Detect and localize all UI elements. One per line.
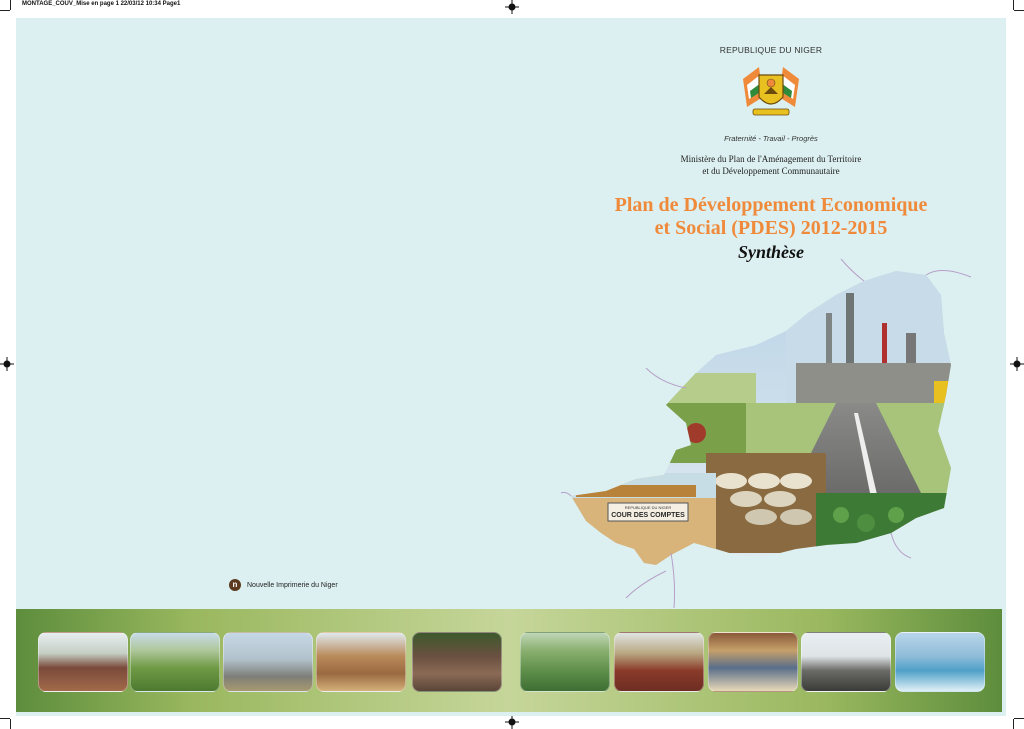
crop-mark bbox=[1013, 719, 1014, 729]
crop-mark bbox=[1014, 10, 1024, 11]
registration-mark-icon bbox=[0, 357, 14, 371]
court-sign-text: COUR DES COMPTES bbox=[611, 512, 685, 519]
vegetable-field-photo bbox=[816, 493, 951, 553]
cattle-herd-photo bbox=[614, 632, 704, 692]
refinery-photo bbox=[223, 632, 313, 692]
crop-mark bbox=[10, 719, 11, 729]
crop-mark bbox=[10, 0, 11, 10]
mining-photo bbox=[801, 632, 891, 692]
coat-of-arms-icon bbox=[743, 67, 799, 116]
national-motto: Fraternité - Travail - Progrès bbox=[724, 134, 818, 143]
title-block: REPUBLIQUE DU NIGER Fraternité - Travail… bbox=[576, 40, 966, 263]
print-slug-line: MONTAGE_COUV_Mise en page 1 22/03/12 10:… bbox=[22, 1, 181, 7]
millet-field-photo bbox=[130, 632, 220, 692]
cover-page: REPUBLIQUE DU NIGER Fraternité - Travail… bbox=[16, 18, 1006, 716]
country-name: REPUBLIQUE DU NIGER bbox=[719, 45, 823, 55]
photo-strip bbox=[16, 609, 1002, 712]
niger-map-photo-collage: REPUBLIQUE DU NIGER COUR DES COMPTES bbox=[560, 258, 972, 609]
crop-mark bbox=[0, 718, 10, 719]
grain-sacks-photo bbox=[706, 453, 826, 553]
publisher-credit: n Nouvelle Imprimerie du Niger bbox=[229, 579, 338, 591]
livestock-market-photo bbox=[38, 632, 128, 692]
title-line-1: Plan de Développement Economique bbox=[614, 194, 928, 216]
document-title: Plan de Développement Economique et Soci… bbox=[576, 194, 966, 240]
crop-mark bbox=[1013, 0, 1014, 10]
publisher-name: Nouvelle Imprimerie du Niger bbox=[247, 581, 338, 589]
farm-workers-photo bbox=[520, 632, 610, 692]
railway-photo bbox=[412, 632, 502, 692]
crop-mark bbox=[0, 10, 10, 11]
classroom-photo bbox=[708, 632, 798, 692]
crop-mark bbox=[1014, 718, 1024, 719]
publisher-logo-icon: n bbox=[229, 579, 241, 591]
farmland-photo bbox=[646, 373, 756, 463]
refinery-photo bbox=[786, 271, 951, 413]
registration-mark-icon bbox=[1010, 357, 1024, 371]
ministry-line-2: et du Développement Communautaire bbox=[702, 166, 840, 176]
court-building-photo: REPUBLIQUE DU NIGER COUR DES COMPTES bbox=[571, 473, 716, 565]
dam-photo bbox=[895, 632, 985, 692]
school-building-photo bbox=[316, 632, 406, 692]
registration-mark-icon bbox=[505, 715, 519, 729]
title-line-2: et Social (PDES) 2012-2015 bbox=[654, 217, 888, 239]
registration-mark-icon bbox=[505, 0, 519, 14]
sign-small-text: REPUBLIQUE DU NIGER bbox=[625, 505, 672, 510]
ministry-line-1: Ministère du Plan de l'Aménagement du Te… bbox=[680, 154, 862, 164]
ministry-name: Ministère du Plan de l'Aménagement du Te… bbox=[576, 153, 966, 177]
